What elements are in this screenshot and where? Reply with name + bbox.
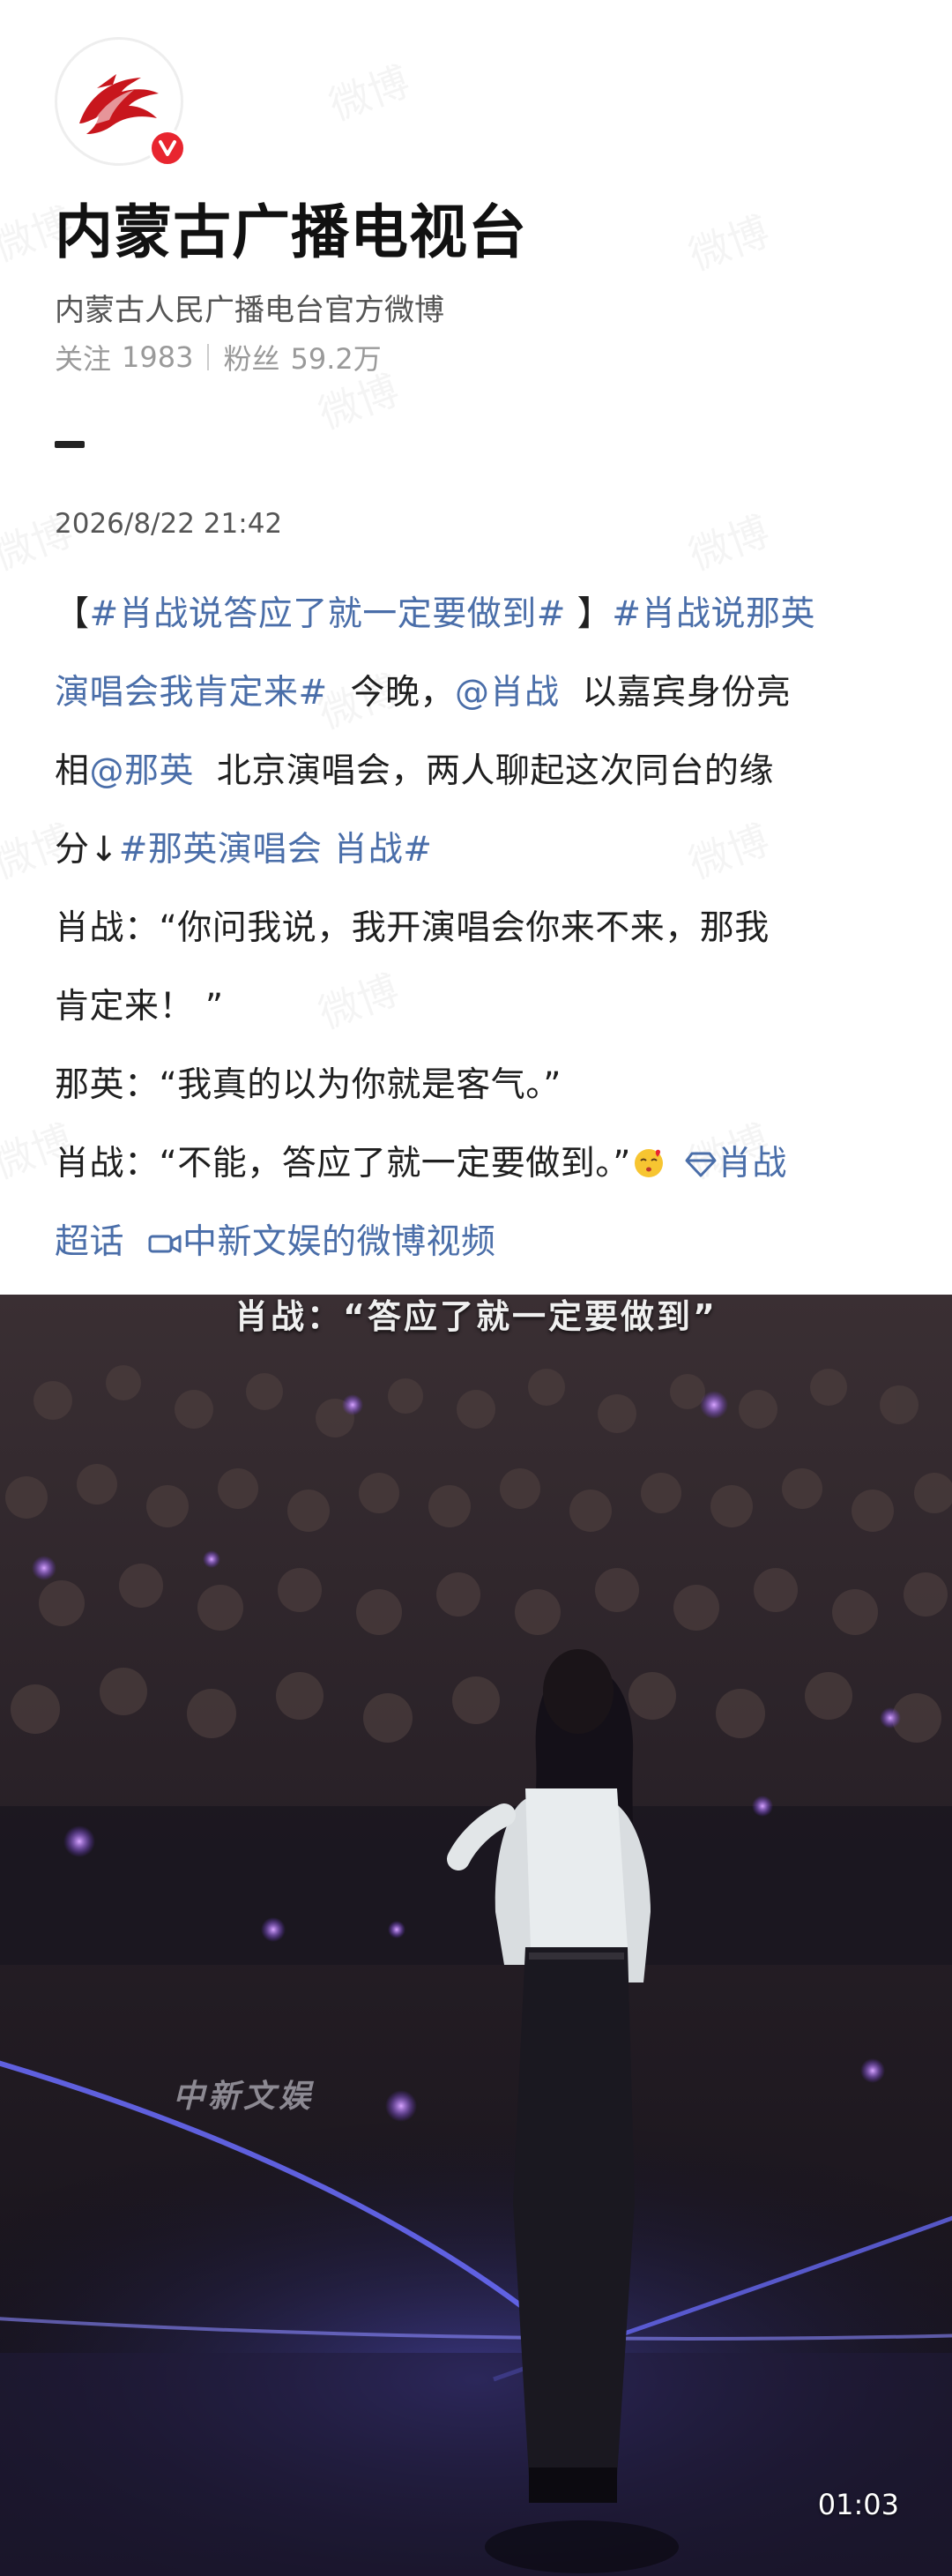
text-segment: 肖战：“你问我说，我开演唱会你来不来，那我: [55, 908, 770, 948]
text-segment: 以嘉宾身份亮: [559, 673, 792, 713]
hashtag-link[interactable]: #肖战说答应了就一定要做到#: [90, 594, 566, 634]
supertopic-link[interactable]: 肖战: [718, 1144, 787, 1183]
post-line: 肯定来！ ”: [55, 967, 901, 1046]
post-line: 超话 中新文娱的微博视频: [55, 1203, 901, 1281]
hashtag-link[interactable]: 演唱会我肯定来#: [55, 673, 328, 713]
post-line: 肖战：“不能，答应了就一定要做到。” 肖战: [55, 1124, 901, 1203]
text-segment: 今晚，: [327, 673, 455, 713]
weibo-watermark: 微博: [680, 199, 776, 281]
following-label[interactable]: 关注: [55, 337, 111, 377]
post-line: 相@那英 北京演唱会，两人聊起这次同台的缘: [55, 732, 901, 810]
text-segment: 分↓: [55, 830, 119, 870]
account-description: 内蒙古人民广播电台官方微博: [55, 293, 444, 328]
post-line: 【#肖战说答应了就一定要做到# 】#肖战说那英: [55, 575, 901, 653]
mention-link[interactable]: @肖战: [455, 673, 560, 713]
text-segment: 】: [565, 594, 613, 634]
stats-divider: [207, 344, 210, 370]
followers-count[interactable]: 59.2万: [290, 337, 381, 377]
post-line: 分↓#那英演唱会 肖战#: [55, 810, 901, 889]
weibo-watermark: 微博: [320, 49, 416, 131]
heart-kiss-emoji-icon: [634, 1149, 663, 1177]
text-segment: 北京演唱会，两人聊起这次同台的缘: [194, 751, 774, 791]
post-line: 那英：“我真的以为你就是客气。”: [55, 1046, 901, 1124]
text-segment: 肖战：“不能，答应了就一定要做到。”: [55, 1144, 631, 1183]
video-duration: 01:03: [817, 2488, 899, 2521]
supertopic-link-suffix[interactable]: 超话: [55, 1222, 124, 1262]
video-logo-text: 中新文娱: [173, 2078, 315, 2115]
hashtag-link[interactable]: #那英演唱会 肖战#: [119, 830, 433, 870]
post-body: 【#肖战说答应了就一定要做到# 】#肖战说那英 演唱会我肯定来# 今晚，@肖战 …: [55, 575, 901, 1281]
diamond-supertopic-icon: [685, 1152, 717, 1177]
hashtag-link[interactable]: #肖战说那英: [612, 594, 815, 634]
video-subtitle: 肖战：“答应了就一定要做到”: [234, 1297, 718, 1336]
account-stats: 关注 1983 粉丝 59.2万: [55, 337, 382, 377]
video-source-link[interactable]: 中新文娱的微博视频: [182, 1222, 496, 1262]
verified-badge-icon: [148, 129, 187, 168]
section-divider: [55, 441, 85, 448]
following-count[interactable]: 1983: [122, 340, 193, 374]
text-segment: 【: [55, 594, 90, 634]
weibo-watermark: 微博: [680, 499, 776, 581]
followers-label[interactable]: 粉丝: [223, 337, 279, 377]
mention-link[interactable]: @那英: [90, 751, 195, 791]
horse-logo-icon: [79, 74, 159, 134]
text-segment: 那英：“我真的以为你就是客气。”: [55, 1065, 562, 1105]
text-segment: 相: [55, 751, 90, 791]
post-timestamp: 2026/8/22 21:42: [55, 508, 283, 540]
text-segment: 肯定来！ ”: [55, 987, 224, 1027]
post-line: 演唱会我肯定来# 今晚，@肖战 以嘉宾身份亮: [55, 653, 901, 732]
video-frame: [0, 1295, 952, 2576]
account-name[interactable]: 内蒙古广播电视台: [55, 185, 527, 270]
video-player[interactable]: 肖战：“答应了就一定要做到” 中新文娱 01:03: [0, 1295, 952, 2576]
video-camera-icon: [148, 1235, 182, 1253]
post-line: 肖战：“你问我说，我开演唱会你来不来，那我: [55, 889, 901, 967]
